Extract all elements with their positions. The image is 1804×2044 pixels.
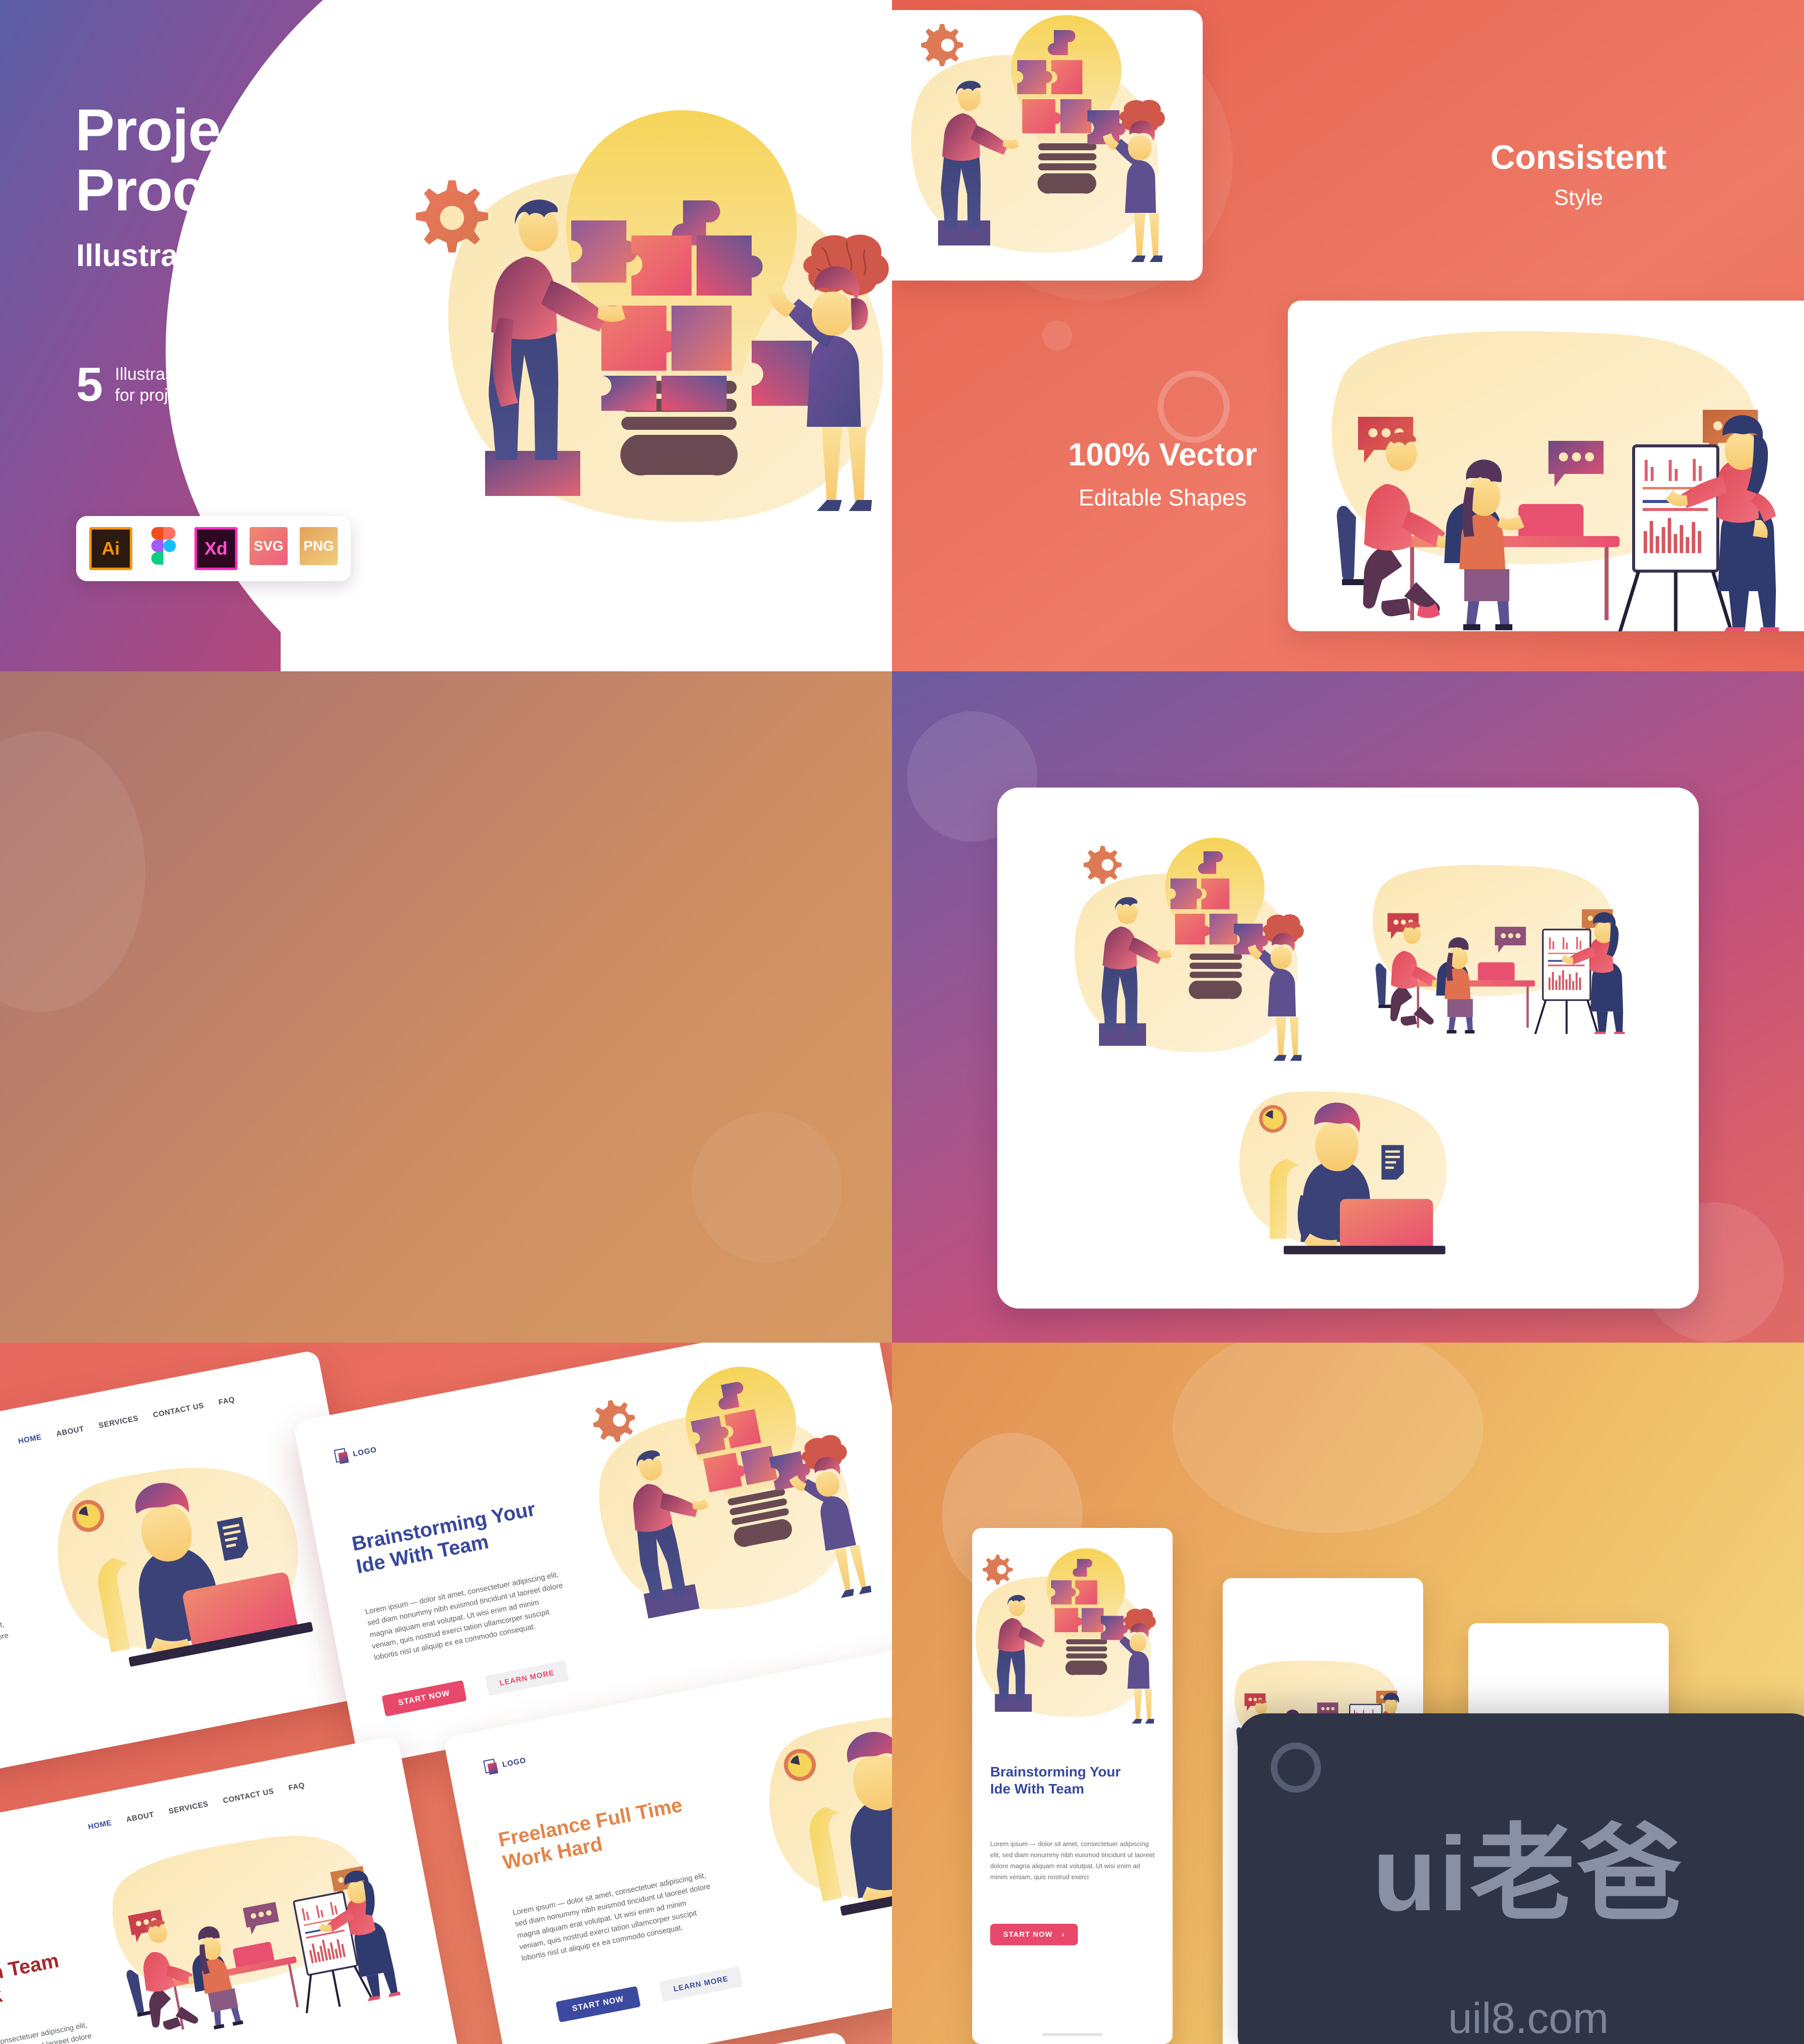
nav-item-contact[interactable]: CONTACT US <box>222 1787 275 1805</box>
mockup-heading: Meating With Team Before Work <box>0 1944 94 2029</box>
count-desc-line2: for project process <box>115 386 256 405</box>
preview-card-meeting <box>1288 301 1804 631</box>
nav-item-services[interactable]: SERVICES <box>168 1800 209 1816</box>
landing-mockup-meating[interactable]: LOGO HOME ABOUT SERVICES CONTACT US FAQ … <box>0 1735 464 2044</box>
logo-text: LOGO <box>352 1445 378 1458</box>
mockup-body: Lorem ipsum — dolor sit amet, consectetu… <box>364 1570 564 1662</box>
mockup-heading: Freelance Full Time Work Hard <box>497 1785 732 1874</box>
phone-body: Lorem ipsum — dolor sit amet, consectetu… <box>990 1840 1155 1881</box>
logo-mark-icon <box>334 1447 349 1464</box>
page-subtitle: Illustrasions <box>76 238 260 273</box>
logo-text: LOGO <box>501 1755 527 1769</box>
nav-item-about[interactable]: ABOUT <box>56 1425 85 1438</box>
mockup-body: Lorem ipsum — dolor sit amet, consectetu… <box>0 2020 93 2044</box>
panel-phone-mockups: Brainstorming Your Ide With Team Lorem i… <box>892 1343 1804 2044</box>
badge-xd-icon[interactable]: Xd <box>194 527 238 570</box>
illustration-count-description: Illustrasions secene for project process <box>115 364 265 406</box>
panel-hero: Project Process Illustrasions 5 Illustra… <box>0 0 892 671</box>
deco-blob-2 <box>1173 1343 1483 1533</box>
deco-circle <box>321 60 356 95</box>
logo-mark-icon <box>483 1758 499 1775</box>
page-title-line1: Project <box>75 97 273 163</box>
deco-blob <box>0 731 145 1012</box>
mockup-logo: LOGO <box>334 1442 378 1465</box>
panel-showcase <box>892 671 1804 1343</box>
deco-blob-2 <box>692 1112 842 1262</box>
mockup-logo: LOGO <box>483 1752 527 1775</box>
mockup-illustration-brainstorm <box>593 1367 871 1619</box>
panel-multiple-formats: Available On Multiple Format Ai Xd SVG P… <box>0 671 892 1343</box>
deco-dot <box>1042 321 1072 351</box>
nav-item-home[interactable]: HOME <box>18 1433 43 1446</box>
page-title-line2: Process <box>75 157 302 224</box>
mockup-illustration-meeting <box>112 1836 401 2030</box>
poster-sheet: Project Process Illustrasions 5 Illustra… <box>0 0 1804 2044</box>
phone-heading-line1: Brainstorming Your <box>990 1764 1121 1779</box>
nav-item-faq[interactable]: FAQ <box>288 1781 305 1793</box>
illustration-count-block: 5 Illustrasions secene for project proce… <box>76 361 265 409</box>
page-title: Project Process <box>75 100 302 221</box>
nav-item-home[interactable]: HOME <box>87 1819 112 1832</box>
learn-more-button[interactable]: LEARN MORE <box>485 1660 569 1696</box>
badge-svg-icon[interactable]: SVG <box>250 527 288 565</box>
learn-more-button[interactable]: LEARN MORE <box>658 1966 743 2002</box>
watermark-main-text: ui老爸 <box>1372 1815 1685 1933</box>
phone-mockup-brainstorming[interactable]: Brainstorming Your Ide With Team Lorem i… <box>972 1528 1173 2044</box>
panel-landing-mockups: LOGO HOME ABOUT SERVICES CONTACT US FAQ … <box>0 1343 892 2044</box>
mockup-heading: Freelance Full Time Work Hard <box>0 1541 1 1624</box>
chevron-right-icon: › <box>1061 1930 1065 1939</box>
mockup-body: Lorem ipsum — dolor sit amet, consectetu… <box>512 1871 711 1963</box>
consistent-subtitle: Style <box>1554 185 1603 210</box>
mockup-heading-line2: Before Work <box>0 1983 4 2028</box>
count-desc-line1: Illustrasions secene <box>115 364 265 384</box>
phone-start-now-button[interactable]: START NOW › <box>990 1924 1078 1945</box>
hero-text-block: Project Process Illustrasions <box>75 100 302 274</box>
mockup-body: Lorem ipsum — dolor sit amet, consectetu… <box>0 1620 10 1677</box>
consistent-style-heading: Consistent Style <box>1413 140 1744 210</box>
showcase-illustration-freelancer <box>1239 1091 1447 1254</box>
nav-item-contact[interactable]: CONTACT US <box>152 1401 205 1419</box>
watermark-circle-icon <box>1271 1742 1321 1793</box>
watermark-url: uil8.com <box>1448 1994 1609 2042</box>
showcase-illustration-brainstorm <box>1074 838 1304 1061</box>
format-badges-card: Ai Xd SVG PNG <box>76 516 351 581</box>
badge-png-icon[interactable]: PNG <box>300 527 338 565</box>
phone-start-now-label: START NOW <box>1003 1930 1053 1939</box>
nav-item-services[interactable]: SERVICES <box>98 1414 139 1430</box>
phone-heading: Brainstorming Your Ide With Team <box>990 1763 1156 1797</box>
phone-home-indicator <box>1042 2033 1102 2036</box>
deco-ring <box>1158 371 1230 443</box>
mockup-illustration-freelancer <box>769 1717 892 1916</box>
start-now-button[interactable]: START NOW <box>381 1680 467 1717</box>
illustration-count: 5 <box>76 358 103 411</box>
showcase-illustration-meeting <box>1373 865 1625 1034</box>
phone-illustration-brainstorm <box>975 1548 1156 1724</box>
watermark-panel: ui老爸 uil8.com <box>1238 1713 1804 2044</box>
phone-heading-line2: Ide With Team <box>990 1780 1084 1797</box>
consistent-title: Consistent <box>1490 138 1667 176</box>
preview-card-bulb <box>892 10 1203 281</box>
start-now-button[interactable]: START NOW <box>555 1986 641 2023</box>
panel-consistent-style: Consistent Style 100% Vector Editable Sh… <box>892 0 1804 671</box>
nav-item-about[interactable]: ABOUT <box>125 1810 155 1824</box>
showcase-card <box>997 788 1699 1309</box>
badge-ai-icon[interactable]: Ai <box>89 527 132 570</box>
illustration-brainstorm-bulb <box>416 110 889 522</box>
badge-figma-icon[interactable] <box>144 527 182 565</box>
mockup-heading-line1: Meating With Team <box>0 1949 61 2005</box>
nav-item-faq[interactable]: FAQ <box>218 1395 236 1407</box>
mockup-heading: Brainstorming Your Ide With Team <box>350 1493 566 1579</box>
